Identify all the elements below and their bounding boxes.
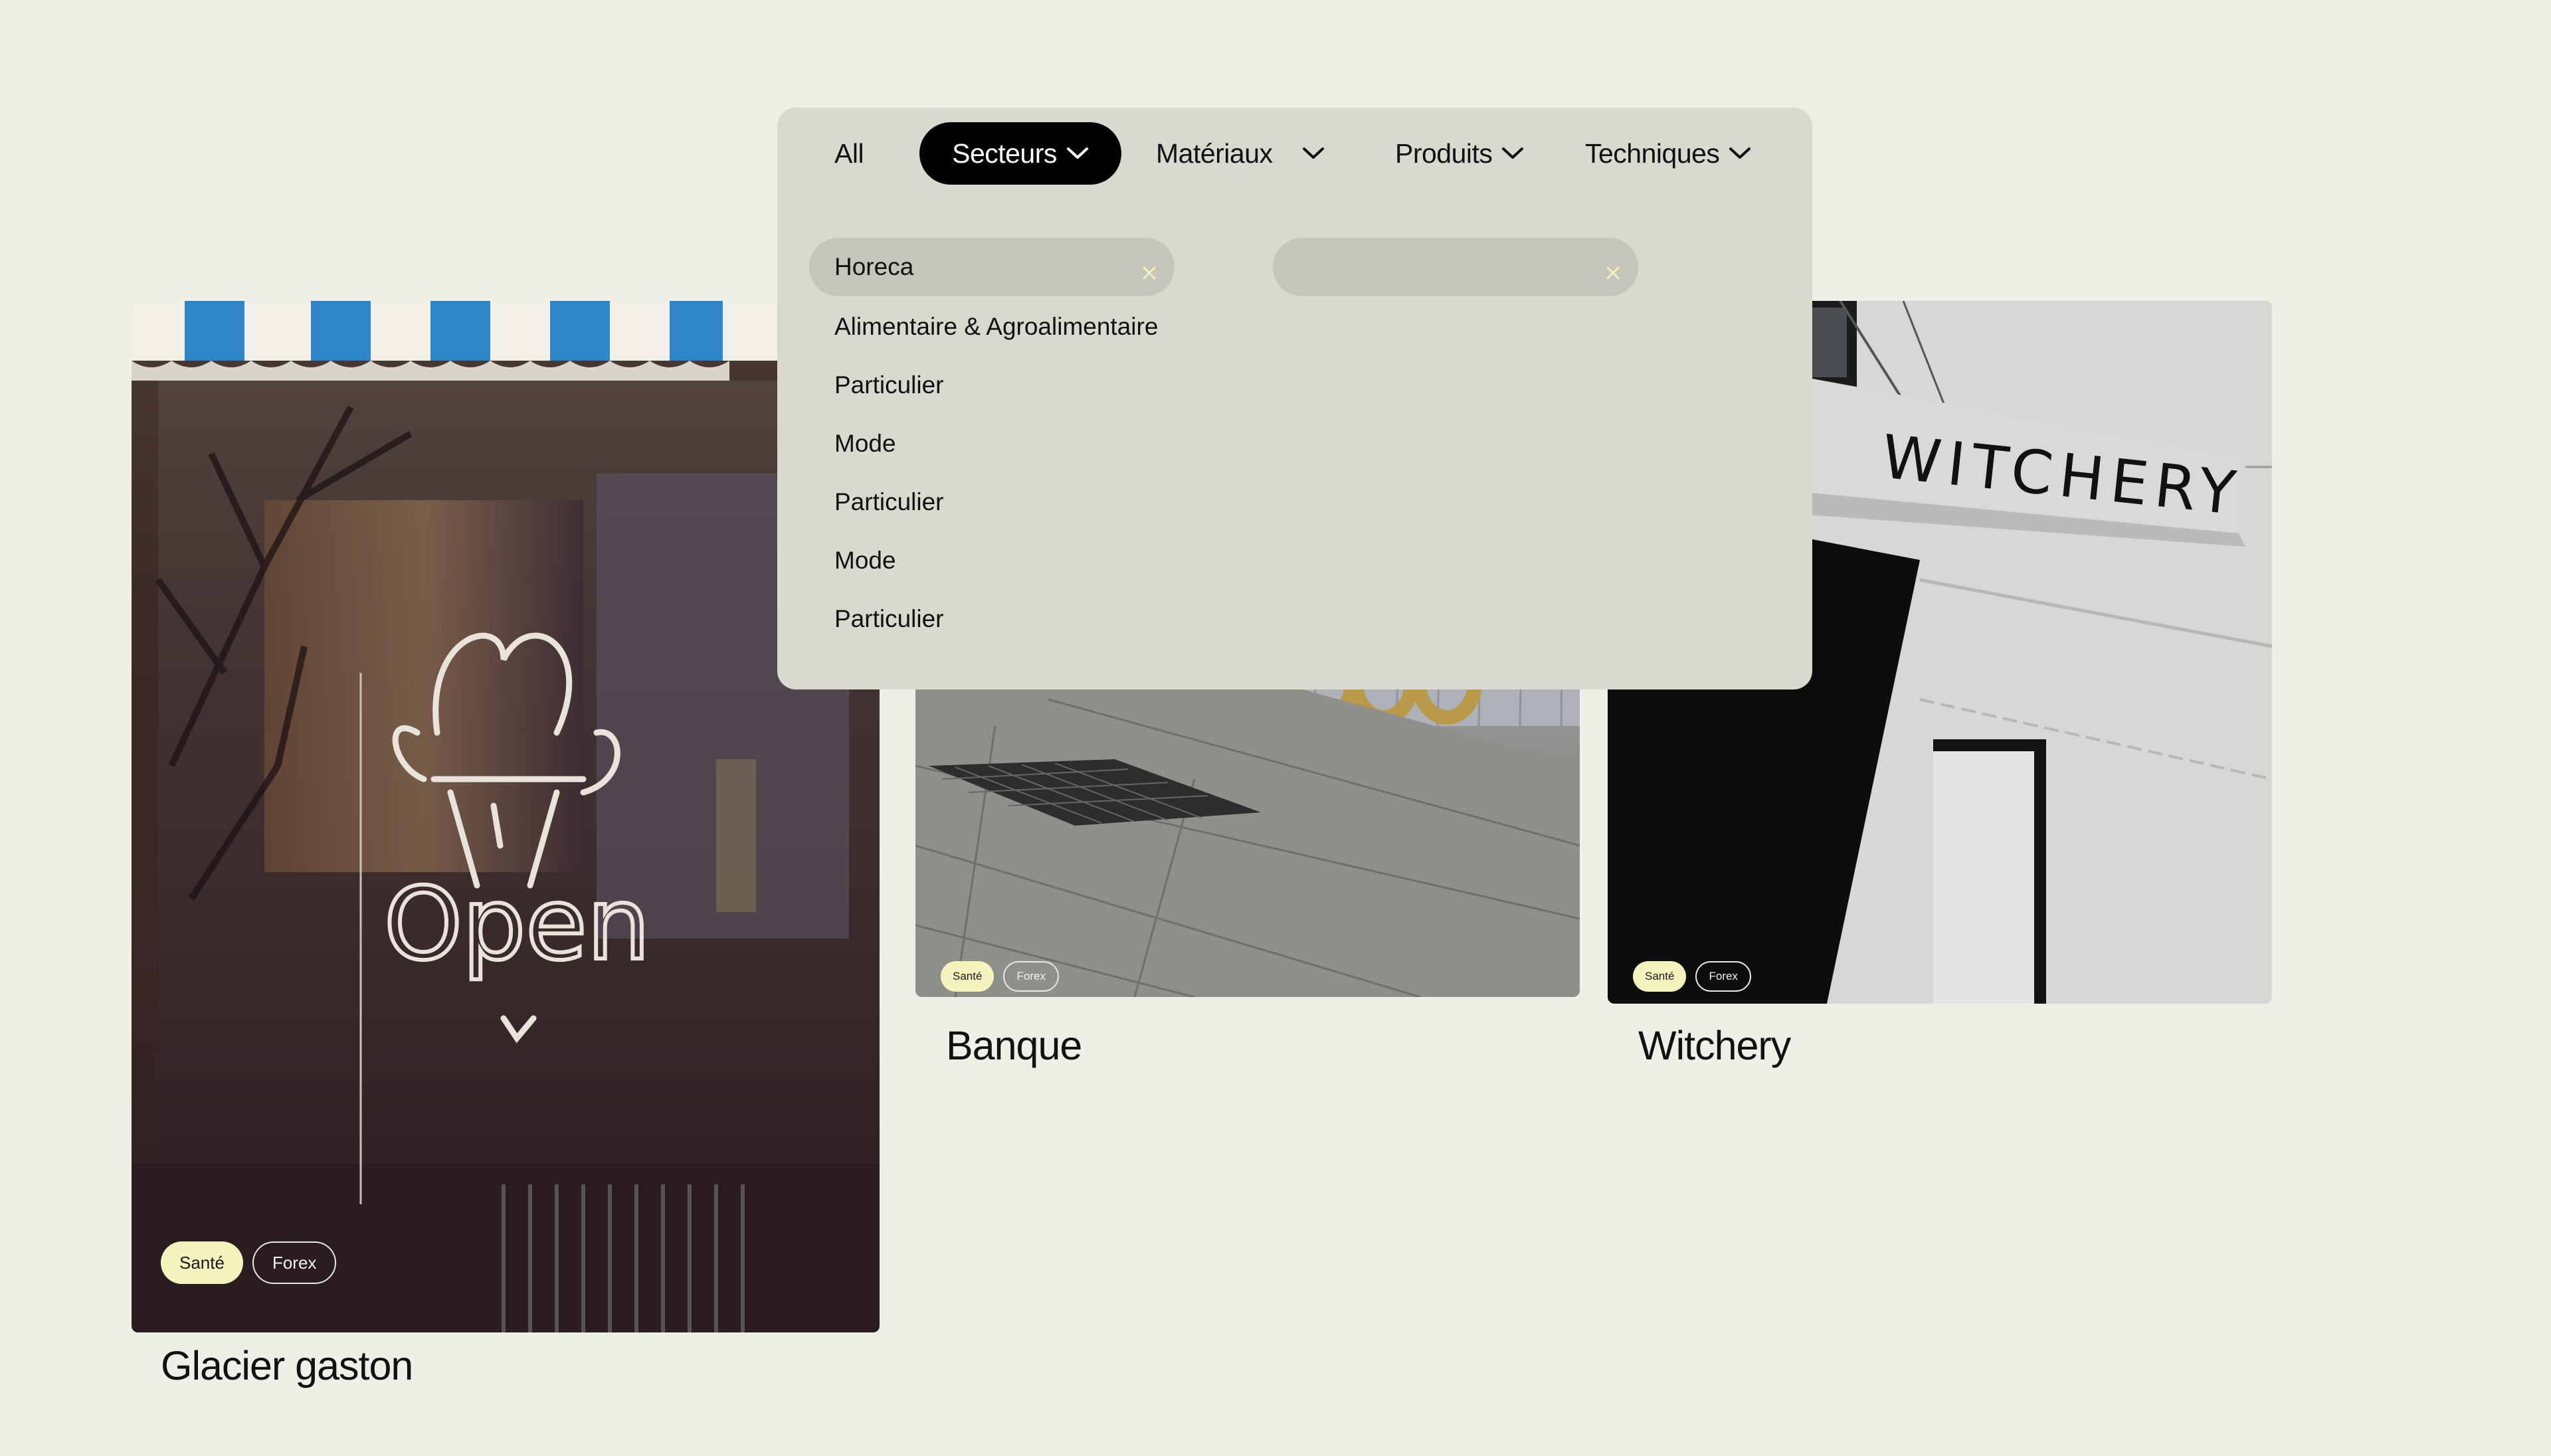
tag-list: Santé Forex — [161, 1241, 337, 1284]
filter-option[interactable]: Alimentaire & Agroalimentaire — [834, 298, 1158, 356]
chevron-down-icon — [1302, 147, 1325, 160]
chevron-down-icon — [1501, 147, 1524, 160]
tag-forex[interactable]: Forex — [252, 1241, 337, 1284]
chip-label: Horeca — [834, 253, 914, 280]
tab-label: Produits — [1395, 137, 1493, 169]
tag-forex[interactable]: Forex — [1695, 961, 1751, 992]
tag-sante[interactable]: Santé — [1633, 961, 1687, 992]
tag-sante[interactable]: Santé — [161, 1241, 243, 1284]
tab-label: Techniques — [1585, 137, 1720, 169]
project-image-glacier-gaston[interactable]: Open — [132, 301, 880, 1332]
tag-sante[interactable]: Santé — [941, 961, 994, 992]
filter-option[interactable]: Mode — [834, 414, 1158, 473]
filter-option[interactable]: Mode — [834, 531, 1158, 590]
chevron-down-icon — [1729, 147, 1751, 160]
filter-option-list: Alimentaire & Agroalimentaire Particulie… — [834, 298, 1158, 648]
tab-materiaux[interactable]: Matériaux — [1156, 122, 1325, 185]
project-title[interactable]: Glacier gaston — [161, 1342, 413, 1389]
project-title[interactable]: Witchery — [1638, 1022, 1791, 1069]
tag-list: Santé Forex — [941, 961, 1059, 992]
tab-all[interactable]: All — [834, 122, 864, 185]
tab-label: Secteurs — [952, 137, 1057, 169]
tag-list: Santé Forex — [1633, 961, 1751, 992]
project-card-glacier-gaston[interactable]: Open Santé Forex Glacier gaston — [132, 301, 880, 1390]
tab-secteurs[interactable]: Secteurs — [919, 122, 1121, 185]
neon-open-sign: Open — [384, 867, 650, 982]
filter-option[interactable]: Particulier — [834, 356, 1158, 414]
selected-filter-chip[interactable]: Horeca — [809, 238, 1175, 296]
selected-filter-chip[interactable] — [1273, 238, 1638, 296]
tag-forex[interactable]: Forex — [1003, 961, 1059, 992]
filter-dropdown-panel: All Secteurs Matériaux Produits Techniqu… — [777, 108, 1812, 689]
filter-option[interactable]: Particulier — [834, 473, 1158, 531]
close-icon[interactable] — [1605, 259, 1621, 280]
tab-techniques[interactable]: Techniques — [1585, 122, 1751, 185]
tab-label: Matériaux — [1156, 137, 1273, 169]
close-icon[interactable] — [1141, 259, 1157, 280]
tab-label: All — [834, 137, 864, 169]
project-title[interactable]: Banque — [946, 1022, 1082, 1069]
filter-option[interactable]: Particulier — [834, 590, 1158, 648]
tab-produits[interactable]: Produits — [1395, 122, 1524, 185]
chevron-down-icon — [1066, 147, 1089, 160]
